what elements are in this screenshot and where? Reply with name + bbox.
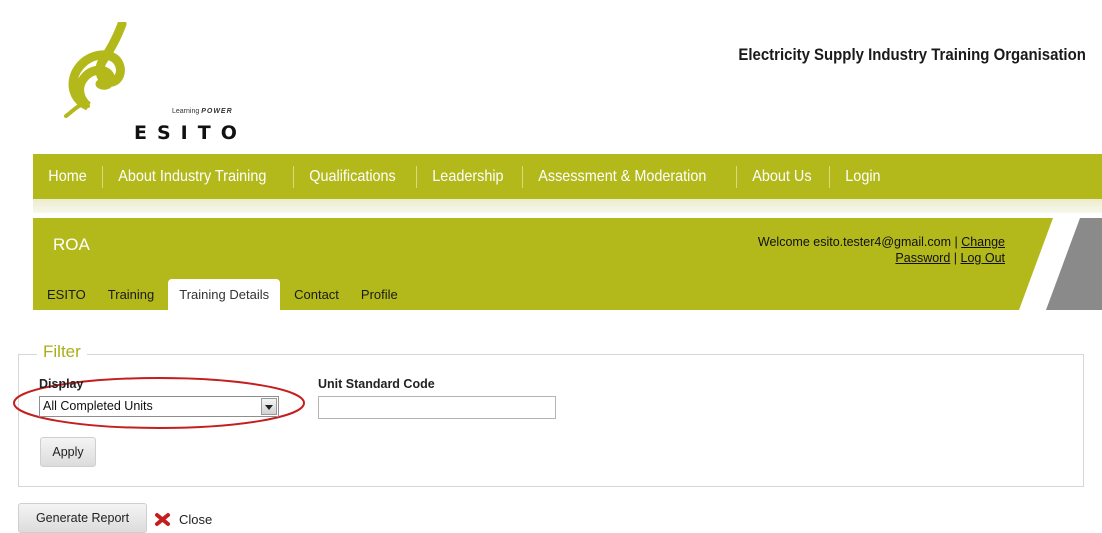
tab-contact[interactable]: Contact xyxy=(286,287,347,310)
main-navigation: Home About Industry Training Qualificati… xyxy=(33,154,1102,199)
esito-logo[interactable]: Learning POWER ESITO xyxy=(58,19,237,144)
tab-training[interactable]: Training xyxy=(100,287,162,310)
nav-shadow xyxy=(33,199,1102,213)
generate-report-button[interactable]: Generate Report xyxy=(18,503,147,533)
sub-tabs: ESITO Training Training Details Contact … xyxy=(33,279,406,310)
roa-title: ROA xyxy=(53,235,90,254)
logout-link[interactable]: Log Out xyxy=(961,251,1005,265)
logo-wordmark: ESITO xyxy=(134,122,247,144)
logo-swirl-icon xyxy=(64,19,127,118)
nav-about-industry-training[interactable]: About Industry Training xyxy=(103,154,282,199)
logo-tagline: Learning POWER xyxy=(172,108,233,115)
welcome-text: Welcome esito.tester4@gmail.com | xyxy=(757,235,958,249)
roa-header: ROA Welcome esito.tester4@gmail.com | Ch… xyxy=(33,218,1053,310)
org-title: Electricity Supply Industry Training Org… xyxy=(738,45,1086,64)
decorative-slash xyxy=(1046,218,1102,310)
close-label: Close xyxy=(179,512,213,527)
close-link[interactable]: Close xyxy=(154,512,212,527)
chevron-down-icon[interactable] xyxy=(261,398,277,415)
close-icon xyxy=(155,513,170,526)
filter-panel: Filter Display All Completed Units Unit … xyxy=(13,342,1084,487)
unit-code-input[interactable] xyxy=(318,396,556,419)
filter-legend: Filter xyxy=(37,342,87,362)
nav-assessment-moderation[interactable]: Assessment & Moderation xyxy=(523,154,722,199)
tab-esito[interactable]: ESITO xyxy=(39,287,94,310)
welcome-message: Welcome esito.tester4@gmail.com | Change… xyxy=(758,234,1005,266)
nav-leadership[interactable]: Leadership xyxy=(417,154,519,199)
apply-button[interactable]: Apply xyxy=(40,437,96,467)
nav-qualifications[interactable]: Qualifications xyxy=(294,154,411,199)
tab-training-details[interactable]: Training Details xyxy=(168,279,281,310)
welcome-separator: | xyxy=(953,251,958,265)
nav-about-us[interactable]: About Us xyxy=(737,154,827,199)
nav-home[interactable]: Home xyxy=(33,154,102,199)
display-select[interactable]: All Completed Units xyxy=(39,396,279,417)
nav-login[interactable]: Login xyxy=(830,154,896,199)
display-select-value: All Completed Units xyxy=(43,399,153,413)
display-label: Display xyxy=(39,377,84,391)
unit-code-label: Unit Standard Code xyxy=(318,377,435,391)
tab-profile[interactable]: Profile xyxy=(353,287,406,310)
